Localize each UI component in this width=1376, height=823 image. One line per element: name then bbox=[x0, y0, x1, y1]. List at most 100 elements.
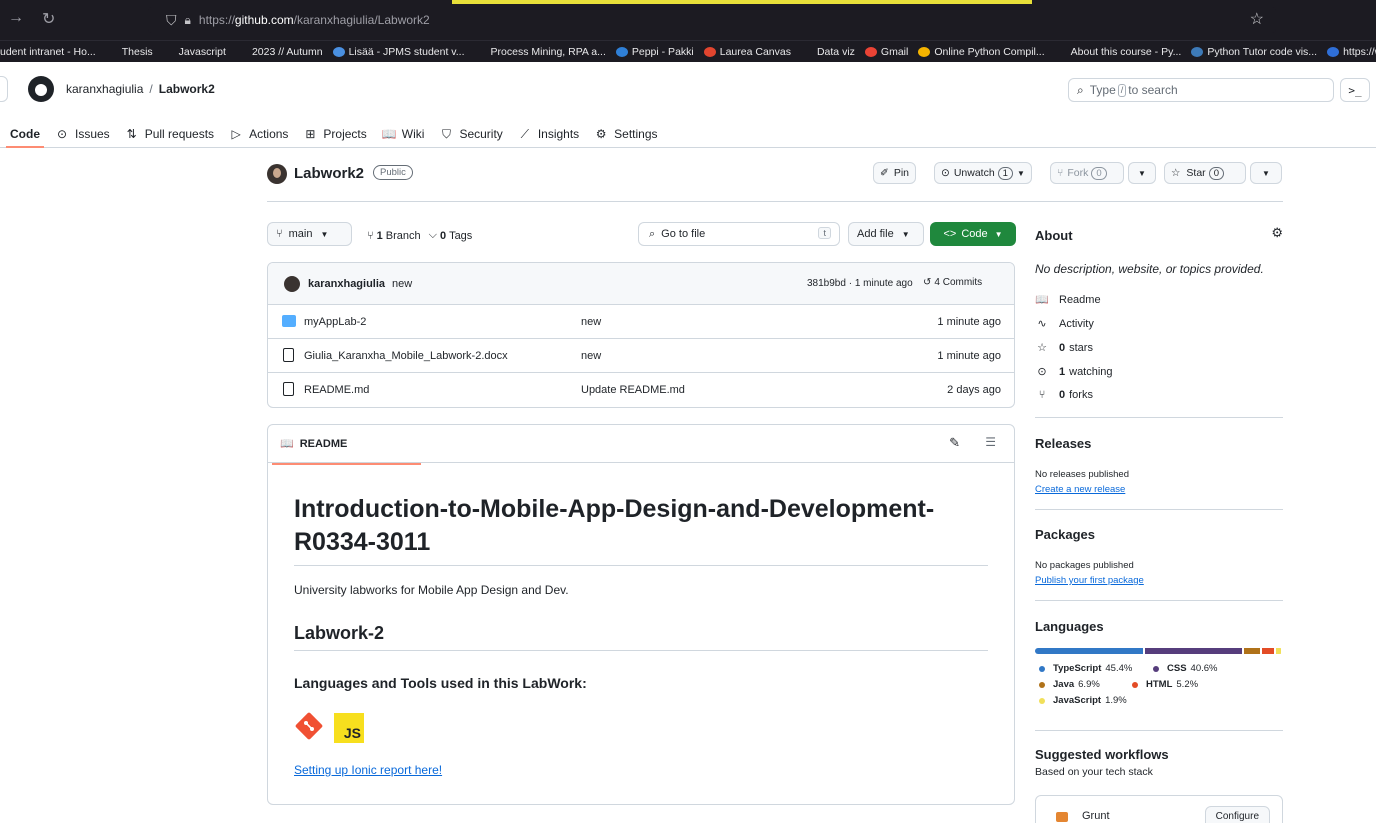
pin-button[interactable]: ✐ Pin bbox=[873, 162, 916, 184]
search-icon: ⌕ bbox=[1077, 82, 1084, 97]
tag-count[interactable]: 0 bbox=[440, 230, 446, 242]
bookmark-item[interactable]: Data viz bbox=[801, 46, 855, 58]
file-commit-message[interactable]: new bbox=[581, 350, 601, 362]
heading-divider bbox=[294, 650, 988, 651]
tab-code[interactable]: Code bbox=[6, 120, 44, 148]
repo-link[interactable]: Labwork2 bbox=[159, 82, 215, 96]
fork-button[interactable]: ⑂ Fork 0 bbox=[1050, 162, 1124, 184]
owner-link[interactable]: karanxhagiulia bbox=[66, 82, 143, 96]
add-file-button[interactable]: Add file ▼ bbox=[848, 222, 924, 246]
language-name: CSS bbox=[1167, 663, 1187, 674]
commits-count: 4 Commits bbox=[934, 277, 983, 288]
watch-count: 1 bbox=[997, 166, 1013, 180]
languages-title: Languages bbox=[1035, 619, 1104, 634]
file-name[interactable]: Giulia_Karanxha_Mobile_Labwork-2.docx bbox=[304, 350, 508, 362]
file-row[interactable]: Giulia_Karanxha_Mobile_Labwork-2.docx new… bbox=[268, 339, 1014, 373]
outline-list-icon[interactable]: ☰ bbox=[985, 435, 996, 449]
about-item-pulse[interactable]: ∿ Activity bbox=[1035, 317, 1093, 331]
file-row[interactable]: README.md Update README.md 2 days ago bbox=[268, 373, 1014, 407]
repo-name[interactable]: Labwork2 bbox=[294, 165, 364, 182]
address-bar[interactable]: ⛉ 🔒︎ https://github.com/karanxhagiulia/L… bbox=[148, 7, 1276, 33]
releases-title[interactable]: Releases bbox=[1035, 436, 1091, 451]
bookmark-item[interactable]: Gmail bbox=[864, 46, 908, 58]
file-name[interactable]: myAppLab-2 bbox=[304, 316, 366, 328]
file-commit-message[interactable]: Update README.md bbox=[581, 384, 685, 396]
bookmark-icon bbox=[1327, 46, 1340, 57]
tab-wiki[interactable]: 📖 Wiki bbox=[382, 120, 425, 148]
tab-label: Settings bbox=[614, 127, 658, 141]
bookmark-item[interactable]: Python Tutor code vis... bbox=[1191, 46, 1317, 58]
commit-message[interactable]: new bbox=[392, 278, 412, 290]
language-java[interactable]: Java 6.9% bbox=[1039, 679, 1100, 690]
owner-avatar[interactable] bbox=[267, 164, 287, 184]
readme-tab[interactable]: 📖 README bbox=[271, 437, 423, 465]
file-commit-message[interactable]: new bbox=[581, 316, 601, 328]
packages-text: No packages published bbox=[1035, 560, 1134, 571]
bookmark-item[interactable]: Online Python Compil... bbox=[918, 46, 1045, 58]
sidebar-divider bbox=[1035, 417, 1283, 418]
branch-icon: ⑂ bbox=[367, 229, 374, 242]
packages-title[interactable]: Packages bbox=[1035, 527, 1095, 542]
go-to-file-input[interactable]: ⌕ Go to file t bbox=[638, 222, 840, 246]
bookmark-item[interactable]: https://www.c bbox=[1327, 46, 1376, 58]
chevron-down-icon: ▼ bbox=[1016, 168, 1025, 178]
tab-projects[interactable]: ⊞ Projects bbox=[303, 120, 366, 148]
tab-actions[interactable]: ▷ Actions bbox=[229, 120, 288, 148]
gear-icon[interactable]: ⚙ bbox=[1271, 225, 1283, 241]
create-release-link[interactable]: Create a new release bbox=[1035, 484, 1125, 495]
bookmark-item[interactable]: Laurea Canvas bbox=[703, 46, 791, 58]
language-percent: 1.9% bbox=[1105, 695, 1127, 706]
forward-icon[interactable]: → bbox=[8, 9, 24, 27]
language-javascript[interactable]: JavaScript 1.9% bbox=[1039, 695, 1127, 706]
tag-word[interactable]: Tags bbox=[449, 230, 472, 242]
branch-word[interactable]: Branch bbox=[386, 230, 421, 242]
tab-icon: ⚙ bbox=[595, 127, 607, 141]
bookmark-item[interactable]: udent intranet - Ho... bbox=[0, 46, 96, 58]
file-name[interactable]: README.md bbox=[304, 384, 369, 396]
reload-icon[interactable]: ↻ bbox=[42, 9, 55, 29]
about-item-star[interactable]: ☆ 0 stars bbox=[1035, 341, 1093, 355]
about-item-book[interactable]: 📖 Readme bbox=[1035, 293, 1100, 307]
tab-settings[interactable]: ⚙ Settings bbox=[594, 120, 658, 148]
tab-issues[interactable]: ⊙ Issues bbox=[55, 120, 110, 148]
tab-security[interactable]: ⛉ Security bbox=[439, 120, 503, 148]
ionic-report-link[interactable]: Setting up Ionic report here! bbox=[294, 763, 442, 777]
bookmark-item[interactable]: About this course - Py... bbox=[1055, 46, 1182, 58]
tab-pull-requests[interactable]: ⇅ Pull requests bbox=[125, 120, 214, 148]
commit-meta[interactable]: 381b9bd · 1 minute ago bbox=[807, 278, 913, 289]
language-percent: 6.9% bbox=[1078, 679, 1100, 690]
bookmark-item[interactable]: Thesis bbox=[106, 46, 153, 58]
bookmark-item[interactable]: Lisää - JPMS student v... bbox=[332, 46, 465, 58]
commit-author[interactable]: karanxhagiulia bbox=[308, 278, 385, 290]
about-item-fork[interactable]: ⑂ 0 forks bbox=[1035, 389, 1093, 401]
hamburger-menu-button[interactable] bbox=[0, 76, 8, 102]
star-dropdown-button[interactable]: ▼ bbox=[1250, 162, 1282, 184]
tab-insights[interactable]: ⟋ Insights bbox=[518, 120, 580, 148]
global-search-input[interactable]: ⌕ Type / to search bbox=[1068, 78, 1334, 102]
fork-dropdown-button[interactable]: ▼ bbox=[1128, 162, 1156, 184]
edit-pencil-icon[interactable]: ✎ bbox=[949, 435, 960, 451]
command-palette-button[interactable]: >_ bbox=[1340, 78, 1370, 102]
star-button[interactable]: ☆ Star 0 bbox=[1164, 162, 1246, 184]
commits-link[interactable]: ↺ 4 Commits bbox=[923, 277, 982, 288]
branch-select-button[interactable]: ⑂ main ▼ bbox=[267, 222, 352, 246]
unwatch-button[interactable]: ⊙ Unwatch 1 ▼ bbox=[934, 162, 1032, 184]
configure-button[interactable]: Configure bbox=[1204, 806, 1270, 823]
language-typescript[interactable]: TypeScript 45.4% bbox=[1039, 663, 1132, 674]
about-item-eye[interactable]: ⊙ 1 watching bbox=[1035, 365, 1112, 379]
github-logo-icon[interactable] bbox=[28, 76, 54, 102]
file-row[interactable]: myAppLab-2 new 1 minute ago bbox=[268, 305, 1014, 339]
grunt-icon bbox=[1056, 812, 1068, 822]
readme-heading-1: Introduction-to-Mobile-App-Design-and-De… bbox=[294, 495, 935, 556]
bookmark-item[interactable]: Peppi - Pakki bbox=[615, 46, 694, 58]
language-css[interactable]: CSS 40.6% bbox=[1153, 663, 1217, 674]
commit-author-avatar[interactable] bbox=[284, 276, 300, 292]
publish-package-link[interactable]: Publish your first package bbox=[1035, 575, 1144, 586]
branch-count[interactable]: 1 bbox=[377, 230, 383, 242]
language-html[interactable]: HTML 5.2% bbox=[1132, 679, 1198, 690]
bookmark-star-icon[interactable]: ☆ bbox=[1250, 9, 1264, 29]
bookmark-item[interactable]: 2023 // Autumn bbox=[236, 46, 323, 58]
bookmark-item[interactable]: Process Mining, RPA a... bbox=[475, 46, 606, 58]
bookmark-item[interactable]: Javascript bbox=[163, 46, 226, 58]
code-button[interactable]: <> Code ▼ bbox=[930, 222, 1016, 246]
